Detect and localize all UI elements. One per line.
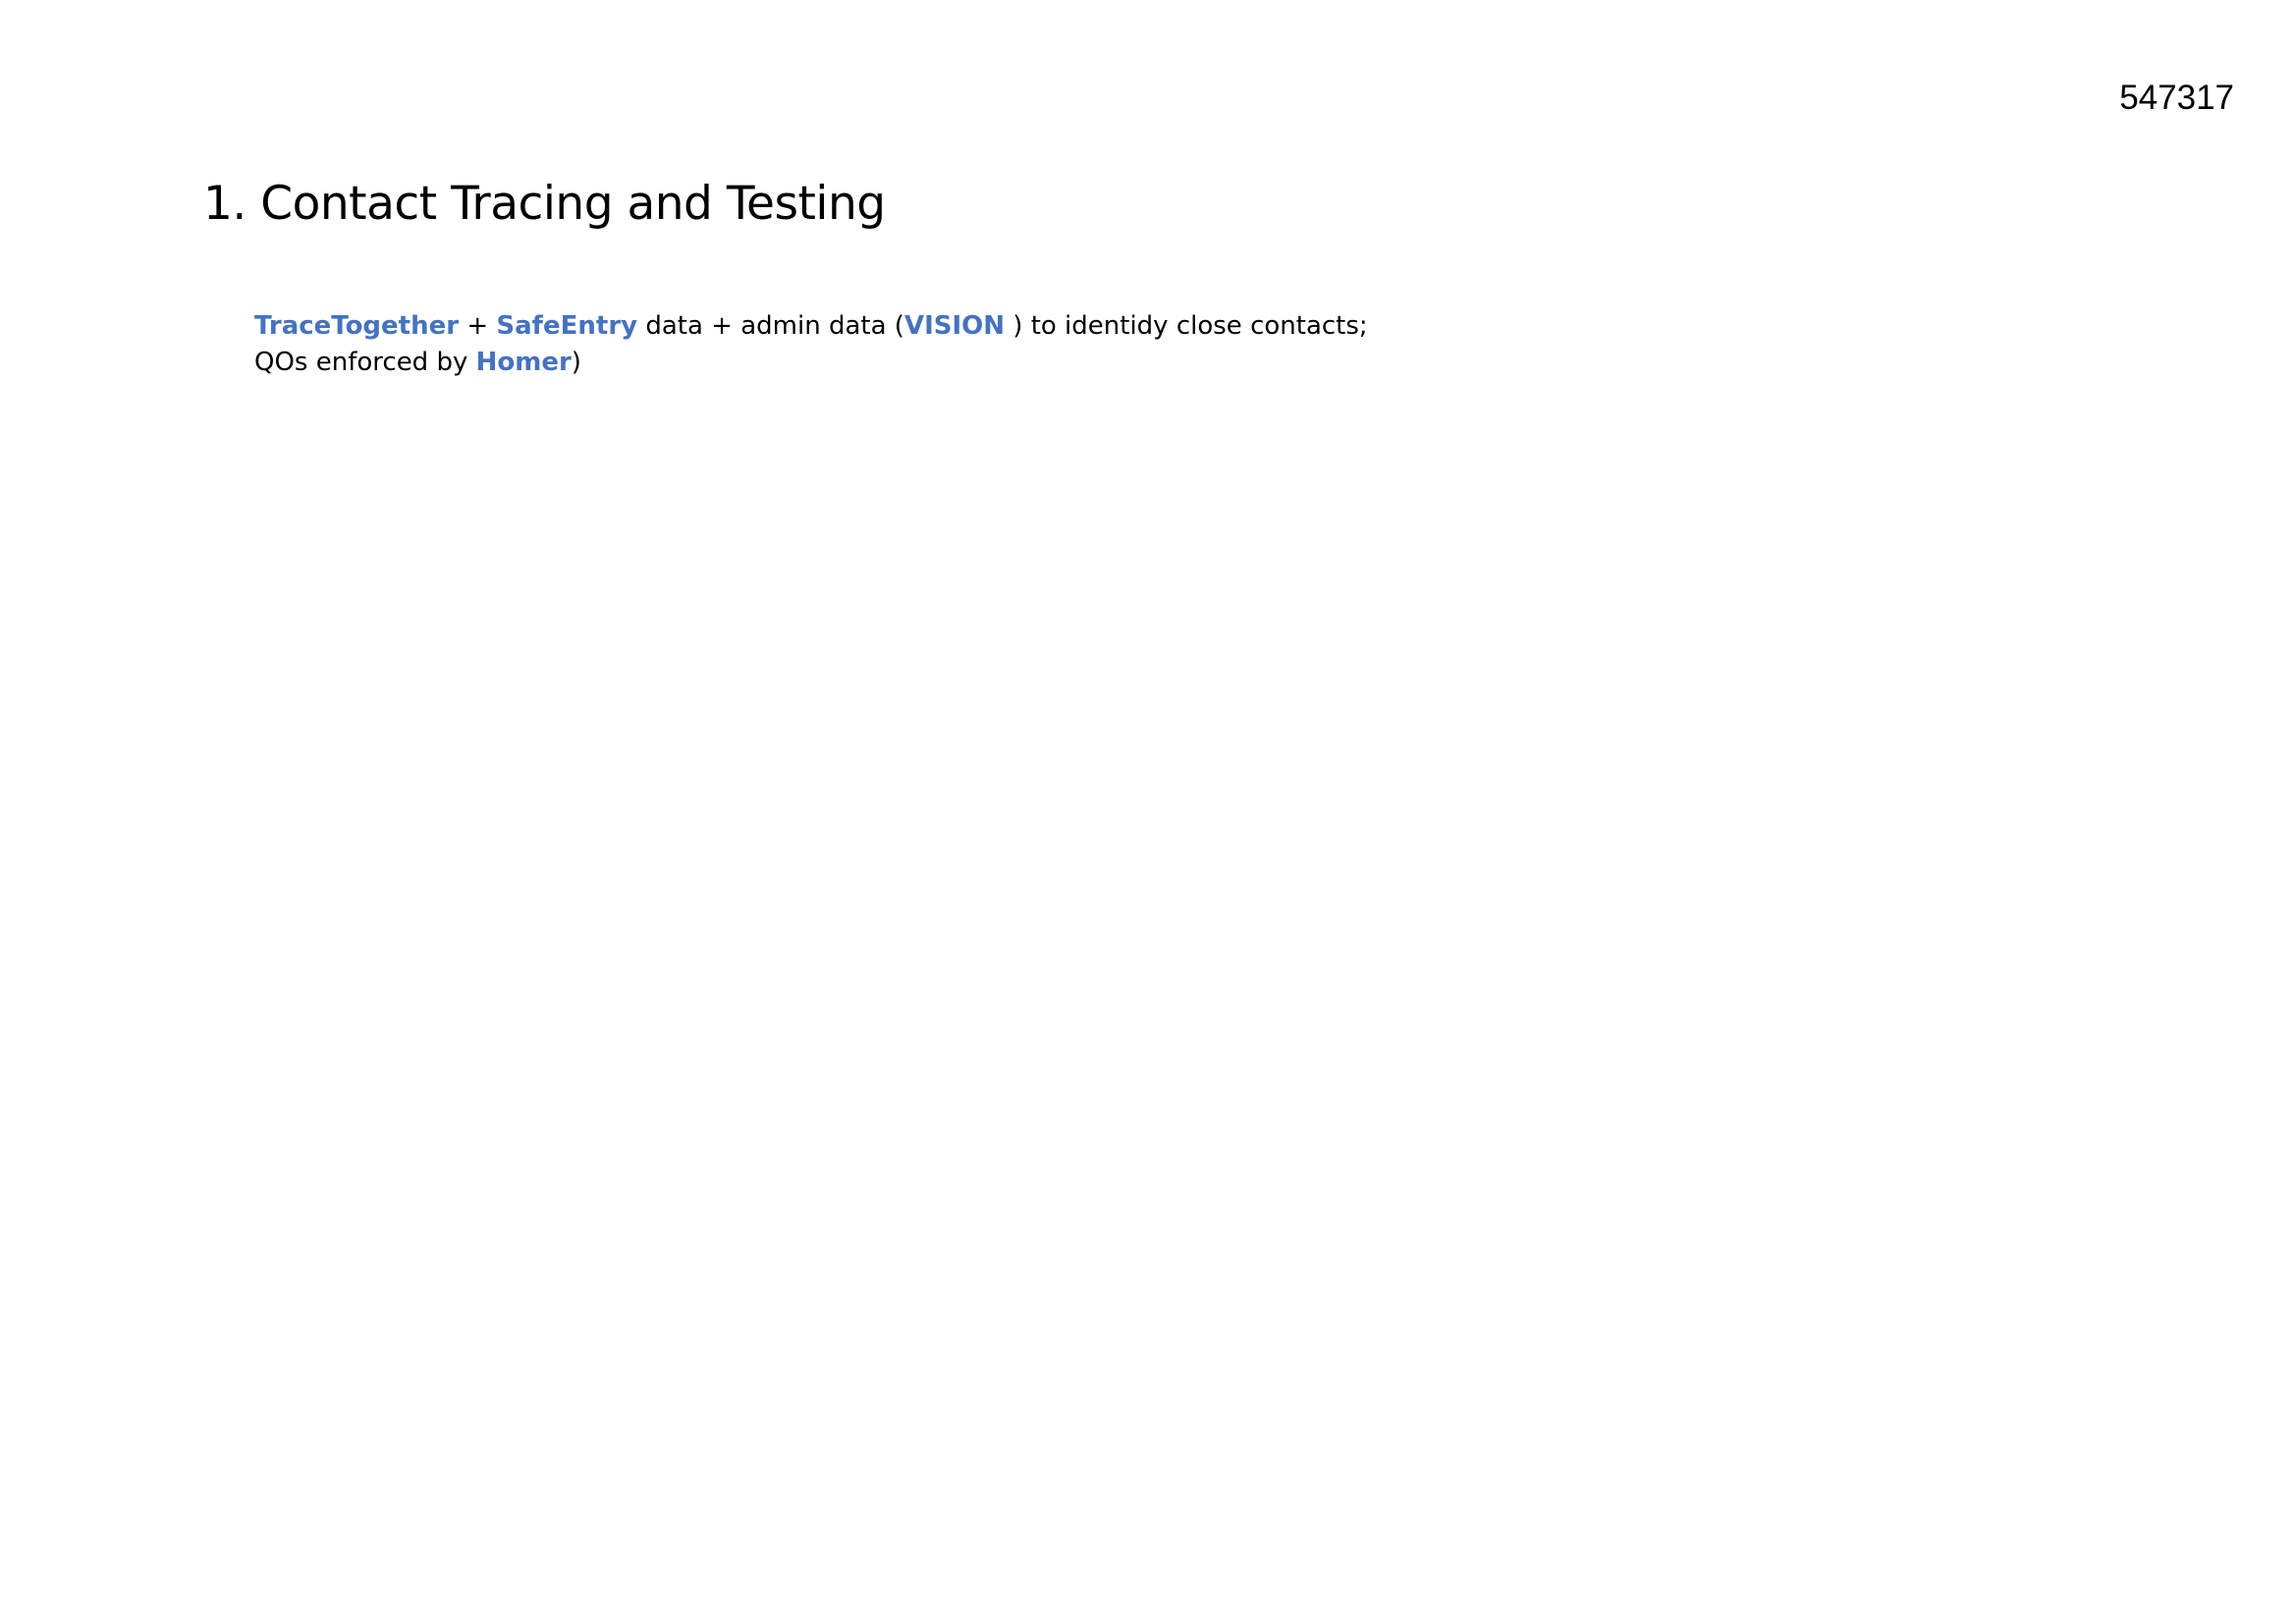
document-page: 547317 1. Contact Tracing and Testing Tr… (0, 0, 2296, 1624)
term-tracetogether: TraceTogether (254, 311, 460, 341)
term-vision: VISION (903, 311, 1006, 341)
term-safeentry: SafeEntry (496, 311, 638, 341)
section-paragraph: TraceTogether + SafeEntry data + admin d… (254, 308, 1368, 381)
text-close-paren: ) (571, 348, 581, 377)
paragraph-line-1: TraceTogether + SafeEntry data + admin d… (254, 308, 1368, 345)
text-plus: + (459, 311, 497, 341)
paragraph-line-2: QOs enforced by Homer) (254, 345, 1368, 381)
text-close-contacts: ) to identidy close contacts; (1005, 311, 1368, 341)
term-homer: Homer (475, 348, 572, 377)
section-heading: 1. Contact Tracing and Testing (203, 177, 886, 231)
text-admin-data: data + admin data ( (637, 311, 904, 341)
document-id: 547317 (2119, 79, 2234, 117)
text-qos-enforced: QOs enforced by (254, 348, 476, 377)
